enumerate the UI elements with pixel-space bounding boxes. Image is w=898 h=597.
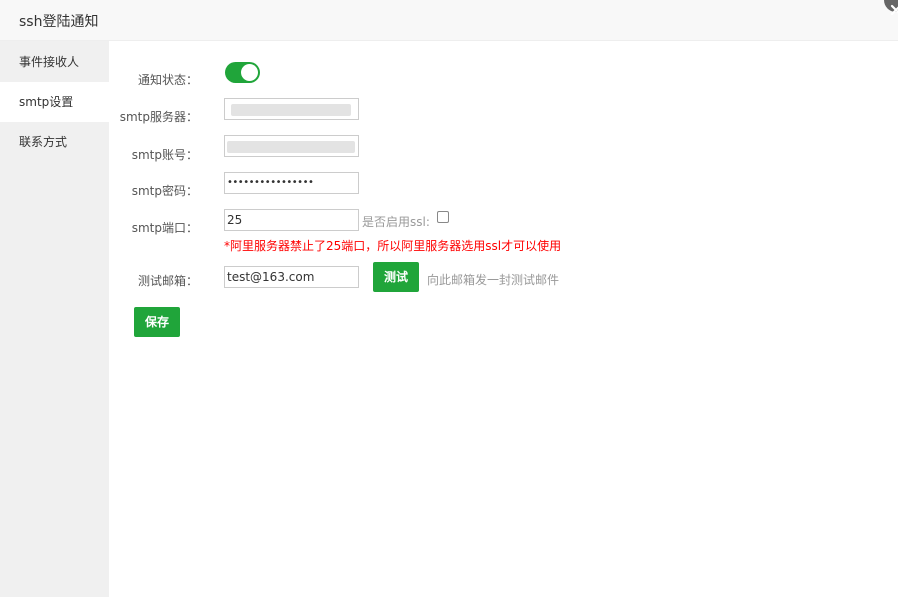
smtp-port-label: smtp端口： — [131, 221, 198, 235]
notify-status-label: 通知状态： — [137, 73, 198, 87]
sidebar: 事件接收人 smtp设置 联系方式 — [0, 41, 109, 597]
ssh-login-notify-dialog: ssh登陆通知 事件接收人 smtp设置 联系方式 通知状态： smtp服务器：… — [0, 0, 898, 597]
smtp-account-label: smtp账号： — [131, 148, 198, 162]
test-email-input[interactable]: test@163.com — [224, 266, 359, 288]
smtp-password-label: smtp密码： — [131, 184, 198, 198]
smtp-server-label: smtp服务器： — [119, 110, 198, 124]
ssl-label: 是否启用ssl: — [362, 215, 430, 229]
dialog-title: ssh登陆通知 — [19, 14, 99, 30]
sidebar-item-contact[interactable]: 联系方式 — [0, 122, 109, 162]
dialog-header: ssh登陆通知 — [0, 0, 898, 41]
sidebar-item-smtp-settings[interactable]: smtp设置 — [0, 82, 109, 122]
redacted-text — [227, 141, 355, 153]
smtp-account-input[interactable] — [224, 135, 359, 157]
smtp-port-input[interactable]: 25 — [224, 209, 359, 231]
ssl-checkbox[interactable] — [437, 211, 449, 223]
close-icon — [890, 4, 898, 16]
toggle-knob — [241, 64, 258, 81]
sidebar-item-event-recipients[interactable]: 事件接收人 — [0, 42, 109, 82]
port-warning-text: *阿里服务器禁止了25端口，所以阿里服务器选用ssl才可以使用 — [224, 239, 562, 253]
save-button[interactable]: 保存 — [134, 307, 180, 337]
redacted-text — [231, 104, 351, 116]
notify-status-toggle[interactable] — [225, 62, 260, 83]
test-button[interactable]: 测试 — [373, 262, 419, 292]
smtp-server-input[interactable] — [224, 98, 359, 120]
test-hint-text: 向此邮箱发一封测试邮件 — [427, 273, 560, 287]
close-button[interactable] — [884, 0, 898, 16]
test-email-label: 测试邮箱： — [137, 274, 198, 288]
smtp-password-input[interactable]: •••••••••••••••• — [224, 172, 359, 194]
